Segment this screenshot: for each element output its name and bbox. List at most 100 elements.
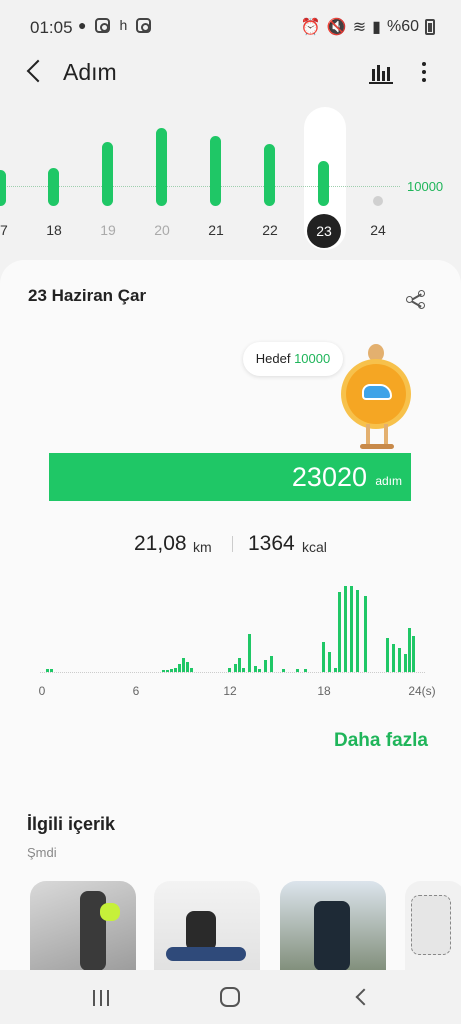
day-bar[interactable] [48,168,59,206]
hourly-bar [356,590,359,672]
steps-progress-bar: 23020 adım [49,453,411,501]
more-vert-icon[interactable] [417,60,431,84]
hourly-bar [186,662,189,672]
day-label-selected[interactable]: 23 [307,214,341,248]
hourly-bar [364,596,367,672]
person-icon: ● [78,17,87,33]
day-label[interactable]: 20 [142,222,182,238]
day-label[interactable]: 21 [196,222,236,238]
hourly-bar [174,668,177,672]
steps-unit: adım [375,474,402,488]
day-label[interactable]: 19 [88,222,128,238]
calories-value: 1364 [248,532,295,555]
hourly-bar [408,628,411,672]
related-content-thumbnail[interactable] [30,881,136,971]
day-bar[interactable] [210,136,221,206]
battery-icon [425,19,435,35]
signal-icon: ▮ [372,19,381,36]
instagram-icon [136,17,152,33]
share-icon[interactable] [406,290,428,310]
day-bar[interactable] [264,144,275,206]
battery-level: %60 [386,18,419,35]
day-bar[interactable] [156,128,167,206]
day-bar[interactable] [102,142,113,206]
hourly-bar [296,669,299,672]
hourly-bar [398,648,401,672]
goal-achieved-mascot-icon [344,342,410,450]
recent-apps-icon[interactable] [92,990,110,1006]
goal-line-label: 10000 [407,179,444,194]
distance-unit: km [193,539,212,555]
weekly-steps-chart: 10000 17 18 19 20 21 22 23 24 [0,100,461,250]
hourly-bar [334,668,337,672]
notification-icons: ● h [78,17,152,33]
hourly-baseline [40,672,425,673]
home-icon[interactable] [220,987,240,1007]
day-bar[interactable] [0,170,6,206]
day-label[interactable]: 18 [34,222,74,238]
app-bar: Adım [0,50,461,96]
hourly-bar [264,660,267,672]
status-bar: 01:05 ● h ⏰ 🔇 ≋ ▮ %60 [0,0,461,50]
hourly-bar [238,658,241,672]
goal-line [0,186,400,187]
hourly-bar [50,669,53,672]
hourly-bar [322,642,325,672]
steps-count: 23020 [291,462,367,492]
related-content-thumbnail[interactable] [154,881,260,971]
bar-chart-icon[interactable] [368,60,394,84]
related-content-title: İlgili içerik [27,814,116,834]
day-label[interactable]: 17 [0,222,20,238]
chevron-left-icon[interactable] [22,56,48,86]
hourly-bar [254,666,257,672]
wifi-icon: ≋ [352,19,367,36]
hourly-bar [242,668,245,672]
goal-value: 10000 [294,351,331,366]
day-label[interactable]: 24 [358,222,398,238]
hourly-x-label: 18 [317,684,331,698]
hourly-bar [258,669,261,672]
hourly-bar [282,669,285,672]
hourly-x-label: 0 [38,684,46,698]
hourly-bar [46,669,49,672]
notification-letter: h [119,17,128,33]
hourly-bar [404,654,407,672]
date-title: 23 Haziran Çar [28,286,147,305]
hourly-bar [350,586,353,672]
distance-value: 21,08 [134,532,187,555]
goal-bubble: Hedef 10000 [243,342,343,376]
day-detail-card: 23 Haziran Çar Hedef 10000 23020 adım 21… [0,260,461,1024]
page-title: Adım [63,59,117,85]
day-label[interactable]: 22 [250,222,290,238]
related-content-thumbnail[interactable] [280,881,386,971]
hourly-bar [228,668,231,672]
goal-prefix: Hedef [255,351,291,366]
day-bar-empty[interactable] [373,196,383,206]
hourly-x-label: 12 [223,684,237,698]
status-time: 01:05 [30,18,73,37]
hourly-bar [234,664,237,672]
related-content-thumbnail[interactable] [405,881,461,971]
hourly-bar [338,592,341,672]
hourly-bar [328,652,331,672]
hourly-bar [386,638,389,672]
hourly-bar [344,586,347,672]
hourly-bar [412,636,415,672]
hourly-bar [304,669,307,672]
hourly-bar [248,634,251,672]
nav-back-icon[interactable] [354,990,368,1004]
mute-icon: 🔇 [326,19,347,36]
alarm-icon: ⏰ [300,19,321,36]
hourly-x-label: 6 [132,684,140,698]
hourly-bar [182,658,185,672]
hourly-x-label: 24(s) [408,684,436,698]
hourly-bar [270,656,273,672]
hourly-bar [162,670,165,672]
more-link[interactable]: Daha fazla [334,730,428,752]
day-bar[interactable] [318,161,329,206]
hourly-bar [170,669,173,672]
hourly-bar [178,664,181,672]
hourly-steps-chart: 0 6 12 18 24(s) [39,578,436,698]
hourly-bar [190,668,193,672]
related-content-list [30,881,461,971]
